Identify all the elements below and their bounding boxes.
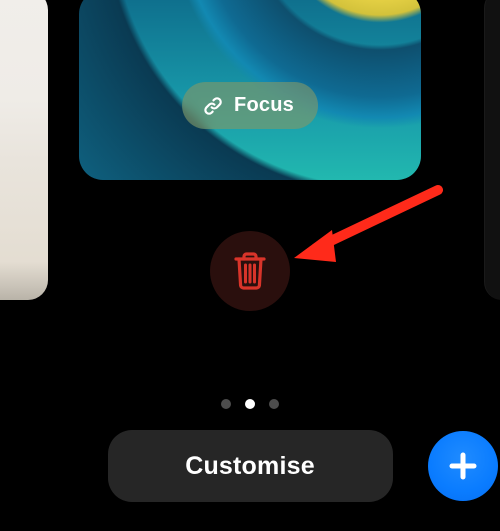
pagination-dots — [221, 399, 279, 409]
wallpaper-preview-right[interactable] — [484, 0, 500, 300]
customise-label: Customise — [185, 452, 315, 481]
plus-icon — [446, 449, 480, 483]
page-dot[interactable] — [269, 399, 279, 409]
customise-button[interactable]: Customise — [108, 430, 393, 502]
focus-label: Focus — [234, 94, 294, 117]
annotation-arrow — [288, 182, 458, 272]
wallpaper-preview-left[interactable] — [0, 0, 48, 300]
trash-icon — [230, 250, 270, 292]
delete-wallpaper-button[interactable] — [210, 231, 290, 311]
bottom-toolbar: Customise — [0, 430, 500, 502]
link-icon — [202, 95, 224, 117]
page-dot[interactable] — [221, 399, 231, 409]
add-wallpaper-button[interactable] — [428, 431, 498, 501]
wallpaper-preview-current[interactable]: Focus — [79, 0, 421, 180]
focus-link-button[interactable]: Focus — [182, 82, 318, 129]
page-dot-active[interactable] — [245, 399, 255, 409]
